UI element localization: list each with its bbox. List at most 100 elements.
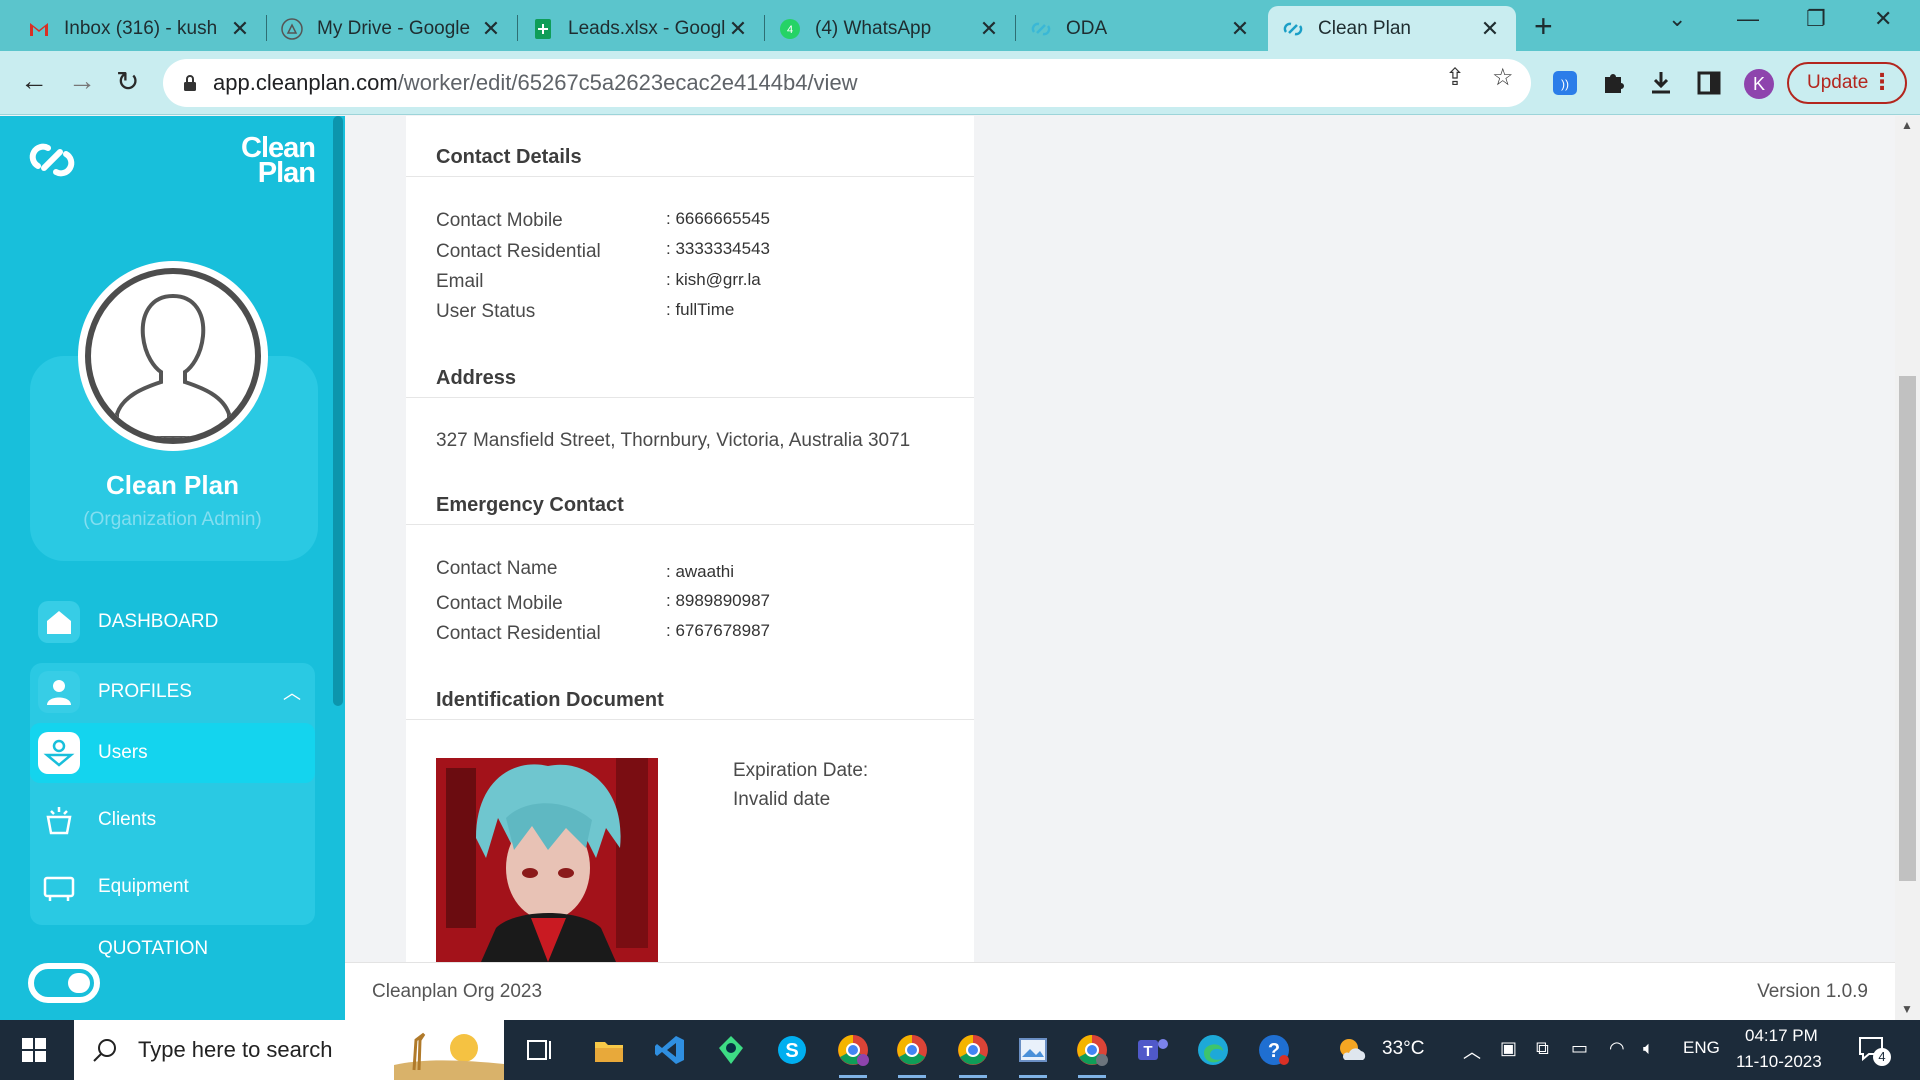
emergency-residential-value: : 6767678987 bbox=[666, 621, 770, 640]
emergency-name-value: : awaathi bbox=[666, 562, 735, 581]
nav-clients[interactable]: Clients bbox=[30, 791, 315, 849]
wifi-icon[interactable]: ◠ bbox=[1609, 1038, 1625, 1059]
weather-temperature[interactable]: 33°C bbox=[1382, 1038, 1424, 1060]
emergency-name-label: Contact Name bbox=[436, 558, 558, 579]
windows-start-icon[interactable] bbox=[22, 1038, 46, 1062]
svg-text:S: S bbox=[785, 1040, 798, 1062]
close-window-icon[interactable]: ✕ bbox=[1874, 6, 1892, 32]
browser-tab-strip: Inbox (316) - kush ✕ My Drive - Google ✕… bbox=[0, 0, 1920, 51]
extension-icon[interactable]: )) bbox=[1551, 69, 1579, 97]
contact-mobile-value: : 6666665545 bbox=[666, 209, 770, 228]
close-icon[interactable]: ✕ bbox=[479, 16, 503, 42]
tab-clean-plan[interactable]: Clean Plan ✕ bbox=[1268, 6, 1516, 51]
document-photo bbox=[436, 758, 658, 962]
battery-icon[interactable]: ▭ bbox=[1571, 1038, 1588, 1059]
nav-quotation[interactable]: QUOTATION bbox=[30, 928, 315, 968]
user-status-label: User Status bbox=[436, 301, 536, 322]
chrome-profile-2-icon[interactable] bbox=[892, 1030, 932, 1078]
emergency-mobile-value: : 8989890987 bbox=[666, 591, 770, 610]
nav-label: Equipment bbox=[98, 876, 189, 897]
identification-document-image[interactable] bbox=[436, 758, 658, 962]
address-text: 327 Mansfield Street, Thornbury, Victori… bbox=[436, 430, 911, 451]
tab-whatsapp[interactable]: 4 (4) WhatsApp ✕ bbox=[765, 6, 1015, 51]
tab-oda[interactable]: ODA ✕ bbox=[1016, 6, 1266, 51]
help-icon[interactable]: ? bbox=[1254, 1030, 1294, 1070]
forward-icon[interactable]: → bbox=[68, 65, 96, 97]
file-explorer-icon[interactable] bbox=[589, 1030, 629, 1070]
reload-icon[interactable]: ↻ bbox=[116, 65, 139, 98]
update-button[interactable]: Update ⋮ bbox=[1787, 62, 1907, 104]
url-path: /worker/edit/65267c5a2623ecac2e4144b4/vi… bbox=[397, 70, 858, 95]
skype-icon[interactable]: S bbox=[772, 1030, 812, 1070]
svg-text:T: T bbox=[1143, 1043, 1152, 1060]
volume-icon[interactable]: 🔈︎ bbox=[1643, 1038, 1654, 1059]
address-bar[interactable]: app.cleanplan.com/worker/edit/65267c5a26… bbox=[163, 59, 1531, 107]
close-icon[interactable]: ✕ bbox=[977, 16, 1001, 42]
nav-profiles[interactable]: PROFILES ︿ bbox=[30, 663, 315, 721]
chevron-up-icon[interactable]: ︿ bbox=[1463, 1038, 1481, 1064]
download-icon[interactable] bbox=[1647, 69, 1675, 97]
sidebar-scrollbar[interactable] bbox=[333, 116, 343, 706]
profile-avatar[interactable]: K bbox=[1744, 69, 1774, 99]
screen-capture-icon[interactable]: ⧉ bbox=[1536, 1038, 1549, 1059]
bookmark-star-icon[interactable]: ☆ bbox=[1492, 63, 1514, 92]
restore-icon[interactable]: ❐ bbox=[1806, 6, 1826, 32]
language-indicator[interactable]: ENG bbox=[1683, 1038, 1720, 1058]
scrollbar-thumb[interactable] bbox=[1899, 376, 1916, 881]
vscode-icon[interactable] bbox=[650, 1030, 690, 1070]
close-icon[interactable]: ✕ bbox=[726, 16, 750, 42]
chevron-up-icon[interactable]: ︿ bbox=[283, 679, 301, 705]
nav-equipment[interactable]: Equipment bbox=[30, 858, 315, 916]
svg-text:)): )) bbox=[1561, 77, 1569, 91]
chrome-profile-3-icon[interactable] bbox=[953, 1030, 993, 1078]
screen: Inbox (316) - kush ✕ My Drive - Google ✕… bbox=[0, 0, 1920, 1080]
contact-residential-value: : 3333334543 bbox=[666, 239, 770, 258]
cleanplan-icon bbox=[1031, 22, 1051, 35]
browser-toolbar: ← → ↻ app.cleanplan.com/worker/edit/6526… bbox=[0, 51, 1920, 115]
nav-users[interactable]: Users bbox=[30, 724, 315, 782]
task-view-icon[interactable] bbox=[520, 1030, 560, 1070]
nav-dashboard[interactable]: DASHBOARD bbox=[30, 593, 315, 651]
chrome-profile-4-icon[interactable] bbox=[1072, 1030, 1112, 1078]
puzzle-icon[interactable] bbox=[1599, 69, 1627, 97]
expiration-date-value: Invalid date bbox=[733, 789, 831, 810]
contact-details-title: Contact Details bbox=[436, 146, 582, 168]
scroll-down-icon[interactable]: ▼ bbox=[1901, 1002, 1913, 1016]
back-icon[interactable]: ← bbox=[20, 65, 48, 97]
taskbar-search[interactable]: Type here to search bbox=[74, 1020, 504, 1080]
emergency-contact-title: Emergency Contact bbox=[436, 494, 624, 516]
clock-date[interactable]: 11-10-2023 bbox=[1736, 1052, 1822, 1072]
notification-center-icon[interactable]: 4 bbox=[1857, 1034, 1891, 1066]
sidebar-collapse-toggle[interactable] bbox=[28, 963, 100, 1003]
chrome-profile-k-icon[interactable] bbox=[833, 1030, 873, 1078]
teams-icon[interactable]: T bbox=[1133, 1030, 1173, 1070]
menu-dots-icon[interactable]: ⋮ bbox=[1871, 69, 1893, 95]
image-viewer-icon[interactable] bbox=[1013, 1030, 1053, 1078]
new-tab-button[interactable]: + bbox=[1534, 8, 1553, 45]
scroll-up-icon[interactable]: ▲ bbox=[1901, 118, 1913, 132]
weather-icon[interactable] bbox=[1337, 1036, 1369, 1064]
clock-time[interactable]: 04:17 PM bbox=[1745, 1026, 1818, 1046]
meet-now-icon[interactable]: ▣ bbox=[1500, 1038, 1517, 1059]
minimize-icon[interactable]: — bbox=[1737, 6, 1759, 32]
search-highlight-illustration-icon bbox=[394, 1020, 504, 1080]
close-icon[interactable]: ✕ bbox=[1478, 16, 1502, 42]
close-icon[interactable]: ✕ bbox=[1228, 16, 1252, 42]
tab-leads-sheet[interactable]: Leads.xlsx - Googl ✕ bbox=[518, 6, 764, 51]
url-host: app.cleanplan.com bbox=[213, 70, 398, 95]
tab-title: Inbox (316) - kush bbox=[64, 17, 218, 39]
tab-search-icon[interactable]: ⌄ bbox=[1668, 6, 1686, 32]
close-icon[interactable]: ✕ bbox=[228, 16, 252, 42]
brand-line-2: Plan bbox=[257, 157, 316, 189]
nav-label: QUOTATION bbox=[98, 938, 209, 959]
contact-residential-label: Contact Residential bbox=[436, 241, 601, 262]
tab-title: Leads.xlsx - Googl bbox=[568, 17, 726, 39]
side-panel-icon[interactable] bbox=[1695, 69, 1723, 97]
user-silhouette-icon bbox=[115, 293, 231, 438]
android-studio-icon[interactable] bbox=[711, 1030, 751, 1070]
edge-icon[interactable] bbox=[1193, 1030, 1233, 1070]
page-scrollbar[interactable]: ▲ ▼ bbox=[1895, 116, 1920, 1020]
share-icon[interactable]: ⇪ bbox=[1445, 63, 1465, 92]
tab-google-drive[interactable]: My Drive - Google ✕ bbox=[267, 6, 517, 51]
tab-gmail[interactable]: Inbox (316) - kush ✕ bbox=[14, 6, 266, 51]
